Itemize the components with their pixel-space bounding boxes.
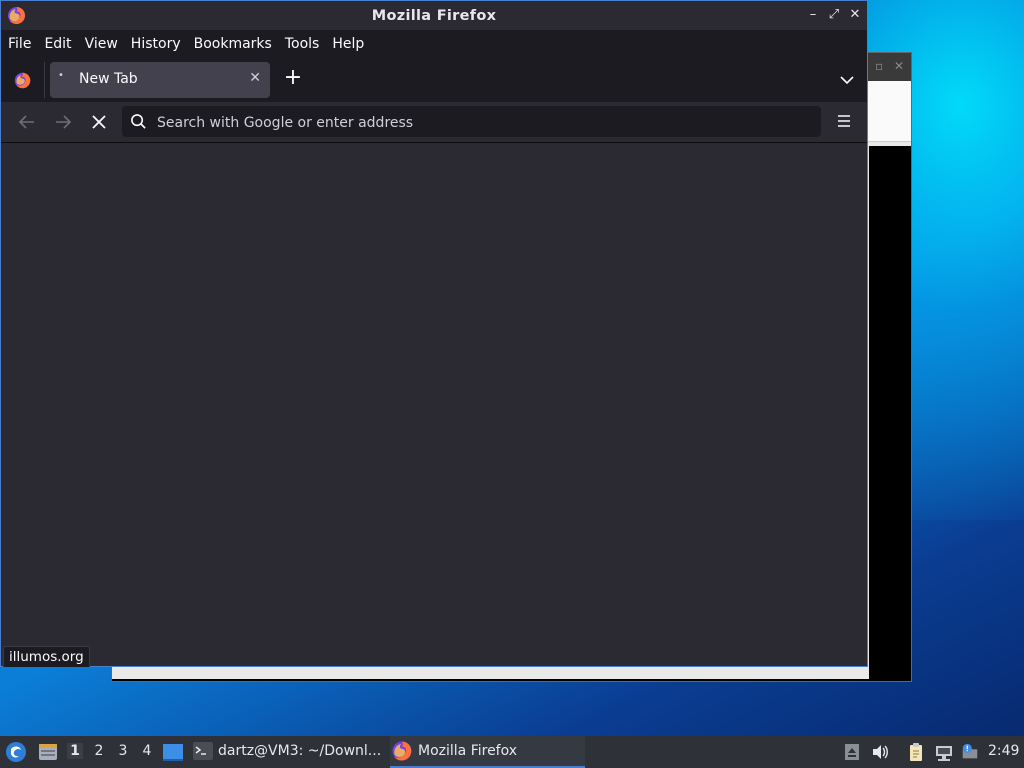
tab-new-tab[interactable]: • New Tab ✕ (50, 62, 270, 98)
page-content[interactable] (1, 143, 867, 666)
menu-tools[interactable]: Tools (279, 36, 326, 52)
menu-bookmarks[interactable]: Bookmarks (188, 36, 278, 52)
menu-help[interactable]: Help (326, 36, 370, 52)
workspace-2[interactable]: 2 (91, 743, 107, 759)
window-title: Mozilla Firefox (371, 7, 497, 24)
firefox-view-icon[interactable] (9, 67, 36, 94)
close-window-icon[interactable]: ✕ (847, 7, 863, 23)
hamburger-menu-icon[interactable] (834, 111, 854, 131)
firefox-icon (7, 6, 26, 25)
new-tab-button[interactable]: + (282, 67, 304, 89)
taskbar: 1 2 3 4 dartz@VM3: ~/Downl... Mozilla Fi… (0, 736, 1024, 768)
close-tab-icon[interactable]: ✕ (249, 70, 261, 86)
menu-edit[interactable]: Edit (38, 36, 77, 52)
show-desktop-icon[interactable] (162, 741, 184, 763)
status-link-text: illumos.org (3, 646, 90, 667)
menu-view[interactable]: View (79, 36, 124, 52)
tab-separator (44, 62, 45, 98)
chevron-down-icon[interactable] (837, 70, 857, 90)
tab-strip: • New Tab ✕ + (1, 58, 867, 102)
url-bar[interactable] (122, 106, 821, 139)
minimize-icon[interactable]: ▫ (875, 59, 883, 73)
minimize-icon[interactable]: – (805, 7, 821, 23)
firefox-icon (392, 741, 412, 761)
tab-loading-icon: • (58, 70, 64, 81)
firefox-window[interactable]: Mozilla Firefox – ⤢ ✕ File Edit View His… (0, 0, 868, 667)
tab-label: New Tab (79, 71, 138, 87)
volume-icon[interactable] (870, 742, 890, 762)
task-firefox[interactable]: Mozilla Firefox (390, 736, 585, 768)
start-menu-icon[interactable] (5, 741, 27, 763)
workspace-3[interactable]: 3 (115, 743, 131, 759)
terminal-icon (193, 742, 213, 760)
forward-arrow-icon[interactable] (52, 111, 74, 133)
notification-icon[interactable] (960, 742, 980, 762)
close-icon[interactable]: ✕ (894, 59, 904, 73)
search-icon (131, 114, 146, 129)
terminal-area[interactable] (869, 146, 911, 681)
maximize-icon[interactable]: ⤢ (826, 7, 842, 23)
clipboard-icon[interactable] (906, 742, 926, 762)
clock[interactable]: 2:49 (988, 743, 1019, 759)
menu-history[interactable]: History (125, 36, 187, 52)
workspace-4[interactable]: 4 (139, 743, 155, 759)
task-terminal[interactable]: dartz@VM3: ~/Downl... (192, 736, 382, 766)
task-terminal-label: dartz@VM3: ~/Downl... (218, 743, 382, 759)
stop-loading-icon[interactable] (88, 111, 110, 133)
file-manager-icon[interactable] (37, 741, 59, 763)
terminal-bottom-edge (112, 679, 911, 681)
network-icon[interactable] (934, 742, 954, 762)
workspace-1[interactable]: 1 (67, 743, 83, 759)
eject-icon[interactable] (842, 742, 862, 762)
back-arrow-icon[interactable] (16, 111, 38, 133)
address-input[interactable] (155, 106, 799, 139)
menu-file[interactable]: File (2, 36, 37, 52)
task-firefox-label: Mozilla Firefox (418, 743, 518, 759)
menu-bar: File Edit View History Bookmarks Tools H… (1, 30, 867, 58)
window-titlebar[interactable]: Mozilla Firefox – ⤢ ✕ (1, 1, 867, 30)
navigation-toolbar (1, 102, 867, 143)
